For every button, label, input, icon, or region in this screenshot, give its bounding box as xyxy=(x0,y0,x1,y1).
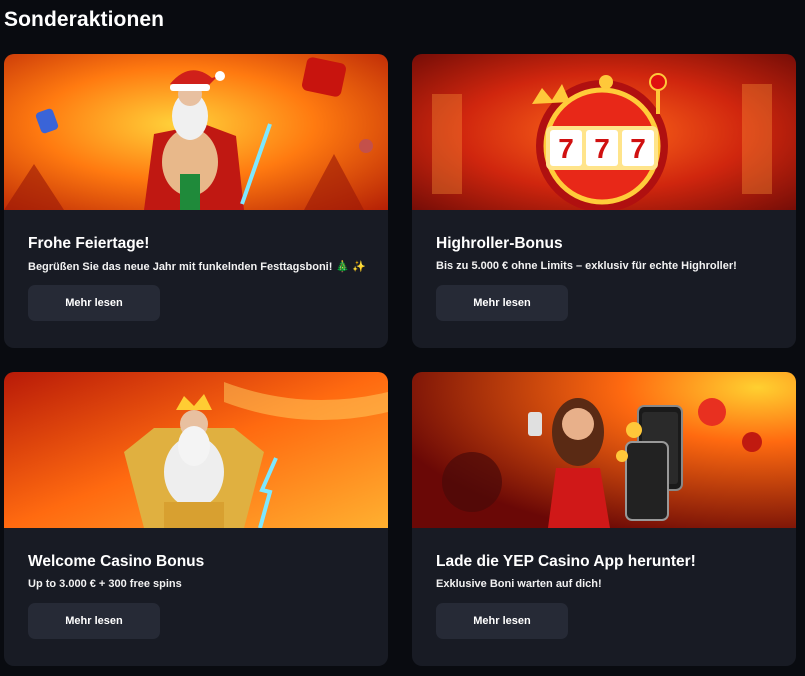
slot-machine-777-banner-image[interactable]: 7 7 7 xyxy=(412,54,796,210)
read-more-button[interactable]: Mehr lesen xyxy=(436,603,568,639)
read-more-button[interactable]: Mehr lesen xyxy=(436,285,568,321)
promo-description: Exklusive Boni warten auf dich! xyxy=(436,578,602,590)
promo-title: Highroller-Bonus xyxy=(436,235,563,252)
promo-title: Frohe Feiertage! xyxy=(28,235,150,252)
svg-text:7: 7 xyxy=(630,133,646,164)
read-more-button[interactable]: Mehr lesen xyxy=(28,603,160,639)
mobile-app-woman-banner-image[interactable] xyxy=(412,372,796,528)
zeus-lightning-banner-image[interactable] xyxy=(4,372,388,528)
promo-description: Up to 3.000 € + 300 free spins xyxy=(28,578,182,590)
promo-title: Lade die YEP Casino App herunter! xyxy=(436,553,696,570)
promo-description: Bis zu 5.000 € ohne Limits – exklusiv fü… xyxy=(436,260,737,272)
svg-text:7: 7 xyxy=(558,133,574,164)
santa-zeus-banner-image[interactable] xyxy=(4,54,388,210)
promo-card-holidays[interactable]: Frohe Feiertage! Begrüßen Sie das neue J… xyxy=(4,54,388,348)
svg-text:7: 7 xyxy=(594,133,610,164)
read-more-button[interactable]: Mehr lesen xyxy=(28,285,160,321)
promo-card-highroller[interactable]: 7 7 7 Highroller-Bonus Bis zu 5.000 € oh… xyxy=(412,54,796,348)
promo-card-welcome[interactable]: Welcome Casino Bonus Up to 3.000 € + 300… xyxy=(4,372,388,666)
promo-title: Welcome Casino Bonus xyxy=(28,553,205,570)
promo-description: Begrüßen Sie das neue Jahr mit funkelnde… xyxy=(28,261,366,273)
promo-card-app[interactable]: Lade die YEP Casino App herunter! Exklus… xyxy=(412,372,796,666)
promotions-grid: Frohe Feiertage! Begrüßen Sie das neue J… xyxy=(0,0,805,676)
